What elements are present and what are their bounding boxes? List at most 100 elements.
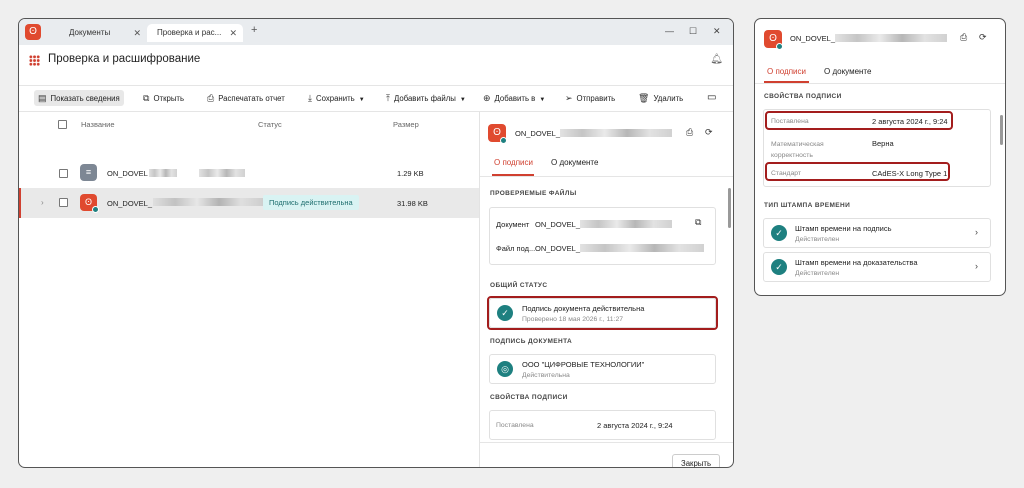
delete-button[interactable]: 🗑︎ Удалить [634, 90, 687, 106]
send-button[interactable]: ➢ Отправить [561, 90, 619, 106]
column-header-name[interactable]: Название [81, 120, 115, 129]
save-button[interactable]: ⤓ Сохранить ▼ [304, 90, 369, 106]
button-label: Отправить [576, 94, 616, 103]
check-icon: ✓ [771, 259, 787, 275]
close-button[interactable]: Закрыть [672, 454, 720, 467]
scrollbar[interactable] [1000, 115, 1003, 145]
signature-props-card: Поставлена 2 августа 2024 г., 9:24 [489, 410, 716, 440]
page-header: Проверка и расшифрование 🔔︎ [19, 45, 733, 77]
refresh-icon[interactable]: ⟳ [705, 127, 713, 138]
chevron-right-icon: › [975, 227, 978, 237]
open-button[interactable]: ⧉ Открыть [139, 90, 188, 106]
divider [480, 176, 733, 177]
caret-down-icon: ▼ [459, 97, 466, 103]
timestamp-item[interactable]: ✓ Штамп времени на доказательства Действ… [763, 252, 991, 282]
chevron-right-icon[interactable]: › [41, 198, 44, 207]
add-files-button[interactable]: ⤒ Добавить файлы ▼ [382, 90, 470, 106]
open-external-icon[interactable]: ⧉ [695, 217, 701, 228]
tab-verification[interactable]: Проверка и рас... ✕ [147, 24, 243, 42]
show-info-button[interactable]: ▤ Показать сведения [34, 90, 124, 106]
caret-down-icon: ▼ [539, 97, 546, 103]
close-icon[interactable]: ✕ [133, 24, 141, 42]
new-tab-icon[interactable]: + [251, 24, 257, 36]
redacted-text [835, 34, 947, 42]
select-all-checkbox[interactable] [58, 120, 67, 129]
print-report-button[interactable]: ⎙ Распечатать отчет [203, 90, 289, 106]
tab-label: О подписи [767, 67, 806, 76]
caret-down-icon: ▼ [358, 97, 365, 103]
bell-icon[interactable]: 🔔︎ [710, 54, 723, 65]
timestamp-title: Штамп времени на подпись [795, 224, 892, 233]
file-name: ON_DOVEL [107, 169, 148, 178]
tab-signature[interactable]: О подписи [494, 158, 533, 167]
external-link-icon: ⧉ [143, 93, 150, 103]
file-list: Название Статус Размер ≡ ON_DOVEL 1.29 K… [19, 111, 479, 467]
page-title: Проверка и расшифрование [48, 53, 201, 65]
signer-card[interactable]: ◎ ООО "ЦИФРОВЫЕ ТЕХНОЛОГИИ" Действительн… [489, 354, 716, 384]
check-icon [92, 206, 99, 213]
section-title: СВОЙСТВА ПОДПИСИ [764, 93, 842, 100]
tab-documents[interactable]: Документы ✕ [59, 24, 147, 42]
printer-icon[interactable]: ⎙ [960, 32, 967, 43]
window-close-icon[interactable]: ✕ [713, 26, 721, 37]
panel-toggle-icon[interactable]: ▭ [703, 90, 720, 106]
column-header-status[interactable]: Статус [258, 120, 282, 129]
math-value: Верна [872, 139, 894, 148]
tab-document[interactable]: О документе [551, 158, 598, 167]
add-to-button[interactable]: ⊕ Добавить в ▼ [479, 90, 549, 106]
timestamp-item[interactable]: ✓ Штамп времени на подпись Действителен … [763, 218, 991, 248]
scrollbar[interactable] [728, 188, 731, 228]
check-icon [500, 137, 507, 144]
placed-value: 2 августа 2024 г., 9:24 [597, 421, 673, 430]
file-size: 31.98 KB [397, 199, 428, 208]
tab-label: О подписи [494, 158, 533, 167]
section-title: СВОЙСТВА ПОДПИСИ [490, 394, 568, 401]
add-to-icon: ⊕ [483, 93, 491, 103]
divider [480, 442, 733, 443]
table-row[interactable]: › ʘ ON_DOVEL_ Подпись действительна 31.9… [19, 188, 479, 218]
apps-grid-icon[interactable] [29, 55, 40, 66]
checked-files-card: Документ ON_DOVEL_ ⧉ Файл под... ON_DOVE… [489, 207, 716, 265]
timestamp-status: Действителен [795, 270, 840, 277]
redacted-text [149, 169, 177, 177]
trash-icon: 🗑︎ [638, 93, 650, 103]
section-title: ПОДПИСЬ ДОКУМЕНТА [490, 338, 573, 345]
divider [755, 83, 1005, 84]
minimize-icon[interactable]: — [665, 26, 674, 36]
redacted-text [580, 244, 704, 252]
main-window: ʘ Документы ✕ Проверка и рас... ✕ + — ☐ … [18, 18, 734, 468]
maximize-icon[interactable]: ☐ [689, 26, 697, 37]
org-status: Действительна [522, 372, 570, 379]
button-label: Показать сведения [50, 94, 120, 103]
button-label: Добавить файлы [393, 94, 456, 103]
timestamp-status: Действителен [795, 236, 840, 243]
row-checkbox[interactable] [59, 198, 68, 207]
column-header-size[interactable]: Размер [393, 120, 419, 129]
upload-icon: ⤒ [386, 93, 390, 103]
title-bar: ʘ Документы ✕ Проверка и рас... ✕ + — ☐ … [19, 19, 733, 45]
highlight-box [765, 162, 950, 181]
signature-file-label: Файл под... [496, 244, 536, 253]
timestamp-title: Штамп времени на доказательства [795, 258, 918, 267]
side-file-name: ON_DOVEL_ [790, 34, 836, 43]
send-icon: ➢ [565, 93, 573, 103]
close-icon[interactable]: ✕ [229, 24, 237, 42]
file-icon: ≡ [80, 164, 97, 181]
tab-signature[interactable]: О подписи [767, 67, 806, 76]
math-label: Математическая корректность [771, 141, 824, 159]
org-name: ООО "ЦИФРОВЫЕ ТЕХНОЛОГИИ" [522, 360, 645, 369]
panel-file-name: ON_DOVEL_ [515, 129, 561, 138]
printer-icon[interactable]: ⎙ [686, 127, 693, 138]
redacted-text [560, 129, 672, 137]
section-title: ТИП ШТАМПА ВРЕМЕНИ [764, 202, 851, 209]
document-icon: ▤ [38, 93, 47, 103]
button-label: Сохранить [315, 94, 355, 103]
section-title: ПРОВЕРЯЕМЫЕ ФАЙЛЫ [490, 190, 577, 197]
check-icon [776, 43, 783, 50]
tab-document[interactable]: О документе [824, 67, 871, 76]
refresh-icon[interactable]: ⟳ [979, 32, 987, 43]
row-checkbox[interactable] [59, 169, 68, 178]
tab-label: О документе [551, 158, 599, 167]
file-name: ON_DOVEL_ [107, 199, 153, 208]
table-row[interactable]: ≡ ON_DOVEL 1.29 KB [19, 158, 479, 188]
